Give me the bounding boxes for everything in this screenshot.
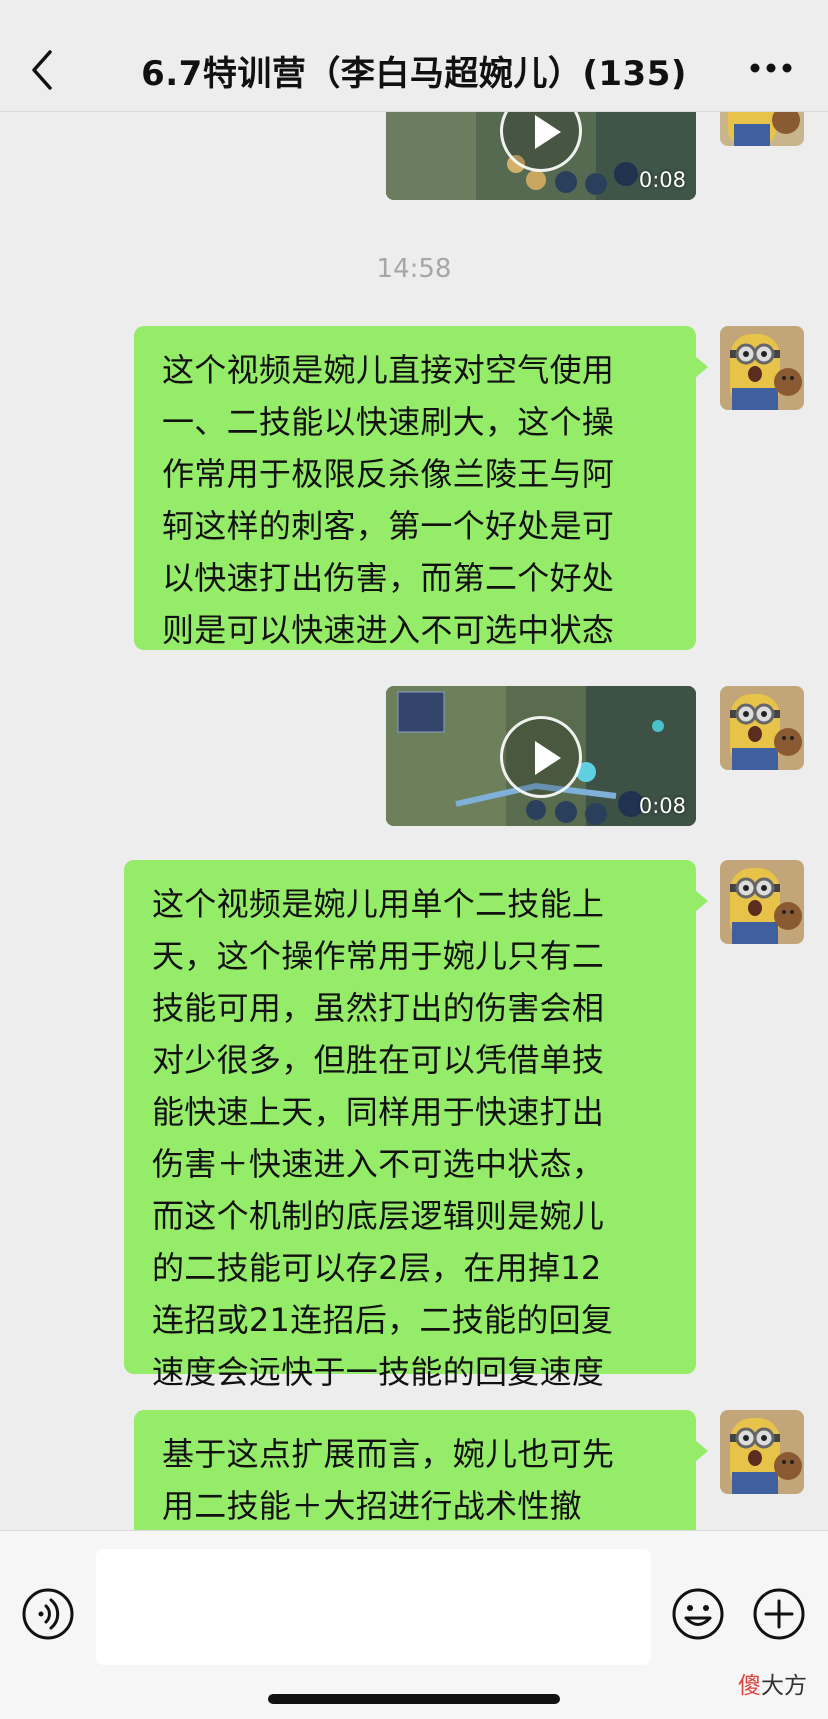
minion-avatar-icon (720, 1410, 804, 1494)
chat-title: 6.7特训营（李白马超婉儿）(135) (141, 54, 687, 94)
voice-icon[interactable] (21, 1587, 75, 1641)
timestamp: 14:58 (376, 254, 452, 284)
chat-area[interactable]: 0:08 14:58 这个视频是婉儿直接对空气使用 一、二技能以快速刷大，这个操… (0, 0, 828, 1530)
text-message[interactable]: 这个视频是婉儿用单个二技能上 天，这个操作常用于婉儿只有二 技能可用，虽然打出的… (124, 860, 708, 1391)
watermark-part1: 傻 (738, 1673, 761, 1699)
minion-avatar-icon (720, 326, 804, 410)
text-message[interactable]: 基于这点扩展而言，婉儿也可先 用二技能＋大招进行战术性撤 退 (134, 1410, 708, 1530)
avatar[interactable] (720, 686, 804, 770)
minion-avatar-icon (720, 686, 804, 770)
play-icon[interactable] (500, 716, 582, 798)
video-message[interactable]: 0:08 (386, 100, 696, 200)
home-indicator (268, 1694, 560, 1704)
watermark: 傻大方 (738, 1666, 807, 1700)
avatar[interactable] (720, 326, 804, 410)
emoji-icon[interactable] (671, 1587, 725, 1641)
plus-icon[interactable] (752, 1587, 806, 1641)
input-bar (0, 1530, 828, 1719)
top-bar: 6.7特训营（李白马超婉儿）(135) (0, 0, 828, 112)
watermark-part2: 大方 (761, 1673, 807, 1699)
message-input[interactable] (96, 1549, 651, 1665)
text-message[interactable]: 这个视频是婉儿直接对空气使用 一、二技能以快速刷大，这个操 作常用于极限反杀像兰… (134, 326, 708, 650)
more-dots-icon[interactable] (748, 58, 794, 78)
video-duration: 0:08 (638, 168, 686, 192)
minion-avatar-icon (720, 860, 804, 944)
avatar[interactable] (720, 860, 804, 944)
video-duration: 0:08 (638, 794, 686, 818)
video-message[interactable]: 0:08 (386, 686, 696, 826)
avatar[interactable] (720, 1410, 804, 1494)
